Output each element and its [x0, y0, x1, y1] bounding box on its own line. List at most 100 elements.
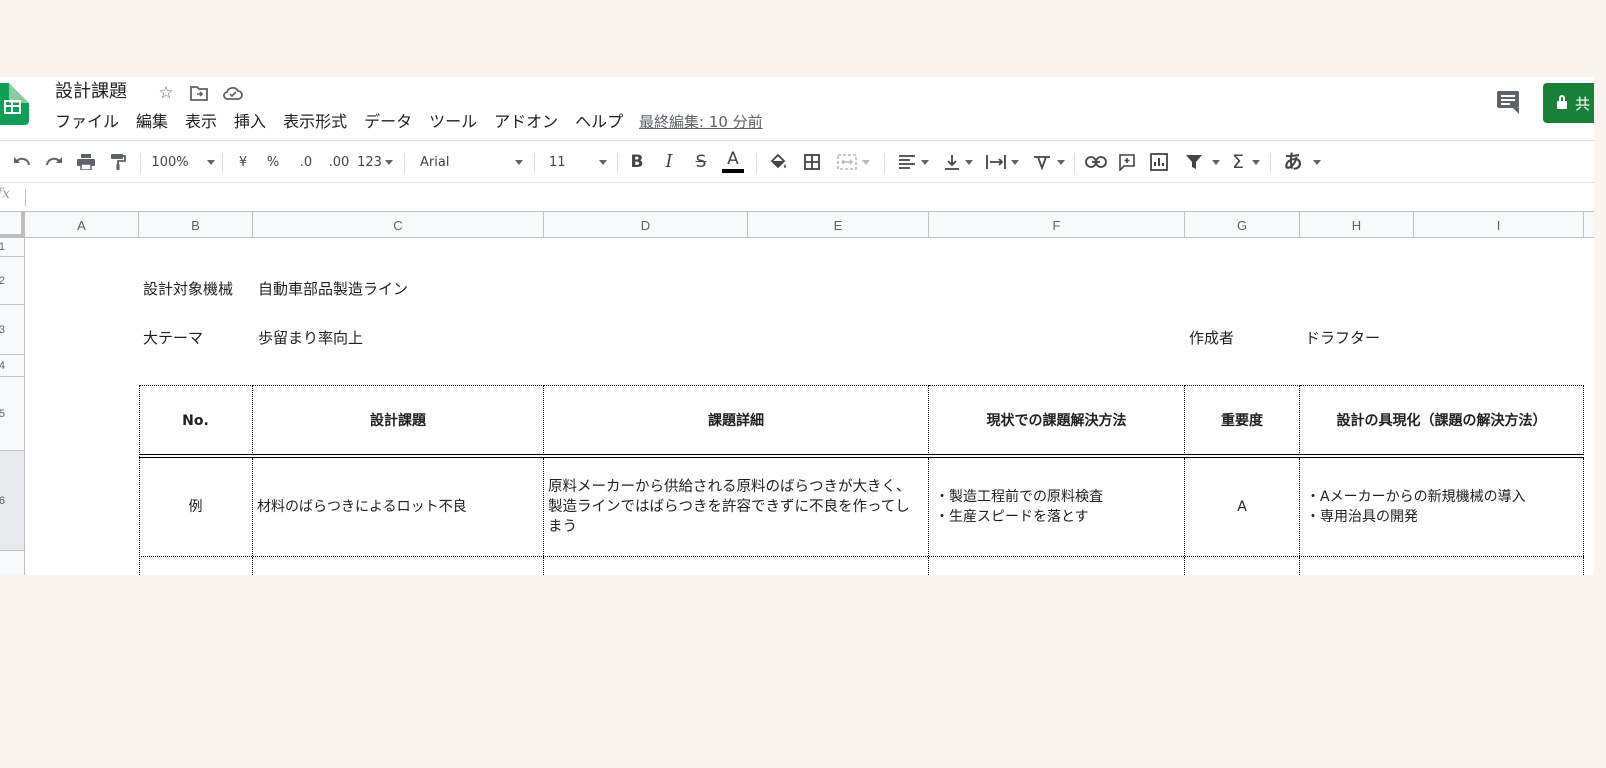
formula-bar: fx	[0, 182, 1594, 211]
text-color-swatch	[722, 169, 744, 173]
column-header-d[interactable]: D	[544, 212, 748, 238]
row-7-cell-b[interactable]	[139, 557, 253, 575]
column-header-i[interactable]: I	[1414, 212, 1584, 238]
functions-icon[interactable]: Σ	[1230, 151, 1262, 173]
insert-link-icon[interactable]	[1084, 151, 1108, 173]
row-7-cell-d[interactable]	[544, 557, 929, 575]
more-formats-select[interactable]: 123	[357, 151, 393, 173]
header-importance[interactable]: 重要度	[1185, 385, 1300, 455]
row-header-6[interactable]: 6	[0, 451, 24, 551]
decrease-decimal-button[interactable]: .0	[296, 151, 316, 173]
zoom-value: 100%	[151, 154, 189, 170]
row-header-2[interactable]: 2	[0, 257, 24, 305]
more-formats-label: 123	[357, 154, 382, 170]
cell-c2[interactable]: 自動車部品製造ライン	[258, 279, 408, 299]
column-header-bar: A B C D E F G H I	[0, 211, 1594, 238]
strikethrough-button[interactable]: S	[692, 151, 710, 173]
column-header-f[interactable]: F	[929, 212, 1185, 238]
toolbar: 100% ¥ % .0 .00 123 Arial 11 B I S A Σ あ	[0, 140, 1594, 182]
row-7-cell-c[interactable]	[253, 557, 544, 575]
row-example-importance[interactable]: A	[1185, 458, 1300, 556]
cell-c3[interactable]: 歩留まり率向上	[258, 328, 363, 348]
fx-icon: fx	[0, 186, 11, 202]
row-example-detail[interactable]: 原料メーカーから供給される原料のばらつきが大きく、製造ラインではばらつきを許容で…	[544, 458, 929, 556]
column-header-h[interactable]: H	[1300, 212, 1414, 238]
cloud-status-icon[interactable]	[222, 82, 244, 104]
font-size-select[interactable]: 11	[549, 151, 609, 173]
sheets-logo-icon[interactable]	[0, 83, 29, 125]
share-label: 共	[1575, 94, 1591, 113]
task-table: No. 設計課題 課題詳細 現状での課題解決方法 重要度 設計の具現化（課題の解…	[139, 385, 1584, 575]
star-icon[interactable]: ☆	[155, 82, 177, 104]
menu-data[interactable]: データ	[364, 111, 412, 133]
currency-format-button[interactable]: ¥	[236, 151, 250, 173]
increase-decimal-button[interactable]: .00	[326, 151, 352, 173]
header-task-detail[interactable]: 課題詳細	[544, 385, 929, 455]
menu-addons[interactable]: アドオン	[494, 111, 558, 133]
formula-input[interactable]	[30, 183, 1590, 211]
select-all-corner[interactable]	[0, 212, 25, 238]
column-header-a[interactable]: A	[25, 212, 139, 238]
text-color-button[interactable]: A	[721, 151, 745, 173]
paint-format-icon[interactable]	[107, 151, 129, 173]
text-rotation-icon[interactable]	[1029, 151, 1067, 173]
comment-history-icon[interactable]	[1494, 89, 1522, 114]
row-7-cell-h[interactable]	[1300, 557, 1584, 575]
percent-format-button[interactable]: %	[266, 151, 280, 173]
menu-edit[interactable]: 編集	[136, 111, 168, 133]
cell-h3[interactable]: ドラフター	[1305, 328, 1380, 348]
row-7-cell-f[interactable]	[929, 557, 1185, 575]
header-design-realization[interactable]: 設計の具現化（課題の解決方法）	[1300, 385, 1584, 455]
header-design-task[interactable]: 設計課題	[253, 385, 544, 455]
lock-icon	[1557, 95, 1567, 109]
fill-color-icon[interactable]	[767, 151, 789, 173]
column-header-g[interactable]: G	[1185, 212, 1300, 238]
move-folder-icon[interactable]	[188, 82, 210, 104]
menu-tools[interactable]: ツール	[429, 111, 477, 133]
menu-bar: ファイル 編集 表示 挿入 表示形式 データ ツール アドオン ヘルプ	[55, 111, 640, 133]
column-header-e[interactable]: E	[748, 212, 929, 238]
share-button[interactable]: 共	[1543, 83, 1594, 123]
column-header-b[interactable]: B	[139, 212, 253, 238]
last-edit-link[interactable]: 最終編集: 10 分前	[639, 111, 763, 133]
formula-divider	[25, 189, 26, 206]
cell-b2[interactable]: 設計対象機械	[143, 279, 233, 299]
menu-help[interactable]: ヘルプ	[575, 111, 623, 133]
vertical-align-icon[interactable]	[940, 151, 976, 173]
row-example-no[interactable]: 例	[139, 458, 253, 556]
undo-icon[interactable]	[11, 151, 33, 173]
row-header-3[interactable]: 3	[0, 305, 24, 355]
row-header-bar: 1 2 3 4 5 6	[0, 238, 25, 575]
row-example-task[interactable]: 材料のばらつきによるロット不良	[253, 458, 544, 556]
row-example-realization[interactable]: ・Aメーカーからの新規機械の導入 ・専用治具の開発	[1300, 458, 1584, 556]
menu-view[interactable]: 表示	[185, 111, 217, 133]
borders-icon[interactable]	[801, 151, 823, 173]
italic-button[interactable]: I	[660, 151, 678, 173]
input-tools-button[interactable]: あ	[1281, 151, 1323, 173]
redo-icon[interactable]	[43, 151, 65, 173]
row-header-1[interactable]: 1	[0, 238, 24, 257]
document-title[interactable]: 設計課題	[55, 80, 127, 104]
cell-b3[interactable]: 大テーマ	[143, 328, 203, 348]
merge-cells-icon[interactable]	[833, 151, 873, 173]
row-7-cell-g[interactable]	[1185, 557, 1300, 575]
horizontal-align-icon[interactable]	[895, 151, 931, 173]
font-family-select[interactable]: Arial	[420, 151, 526, 173]
cell-g3[interactable]: 作成者	[1189, 328, 1234, 348]
insert-chart-icon[interactable]	[1148, 151, 1170, 173]
menu-format[interactable]: 表示形式	[283, 111, 347, 133]
menu-insert[interactable]: 挿入	[234, 111, 266, 133]
filter-icon[interactable]	[1181, 151, 1223, 173]
text-wrap-icon[interactable]	[983, 151, 1021, 173]
header-current-solution[interactable]: 現状での課題解決方法	[929, 385, 1185, 455]
zoom-select[interactable]: 100%	[151, 151, 215, 173]
menu-file[interactable]: ファイル	[55, 111, 119, 133]
print-icon[interactable]	[75, 151, 97, 173]
row-header-4[interactable]: 4	[0, 355, 24, 377]
column-header-c[interactable]: C	[253, 212, 544, 238]
header-no[interactable]: No.	[139, 385, 253, 455]
row-example-current-solution[interactable]: ・製造工程前での原料検査 ・生産スピードを落とす	[929, 458, 1185, 556]
bold-button[interactable]: B	[628, 151, 646, 173]
insert-comment-icon[interactable]	[1116, 151, 1138, 173]
row-header-5[interactable]: 5	[0, 377, 24, 451]
